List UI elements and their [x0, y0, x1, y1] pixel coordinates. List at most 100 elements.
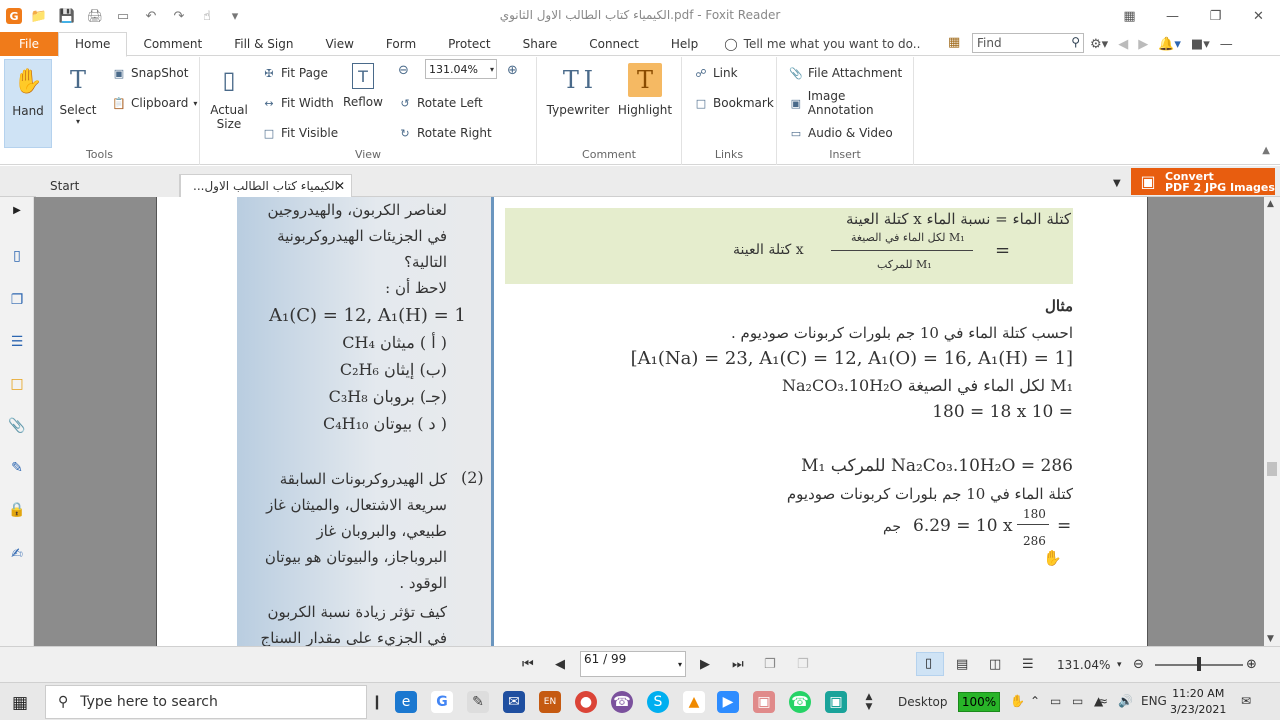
select-tool-button[interactable]: T Select ▾	[56, 59, 100, 126]
tab-file[interactable]: File	[0, 31, 58, 56]
status-zoom-value[interactable]: 131.04%	[1057, 658, 1110, 672]
status-zoom-dropdown-icon[interactable]: ▾	[1117, 660, 1122, 670]
chrome-icon[interactable]: ●	[575, 691, 597, 713]
vertical-scrollbar[interactable]: ▲ ▼	[1264, 197, 1280, 646]
link-button[interactable]: ☍ Link	[694, 63, 737, 83]
screen-tool-icon[interactable]: ▣	[825, 691, 847, 713]
continuous-facing-icon[interactable]: ☰	[1022, 657, 1034, 672]
touch-icon[interactable]: ✋	[1010, 694, 1025, 708]
notepad-icon[interactable]: ✎	[467, 691, 489, 713]
zoom-in-icon[interactable]: ⊕	[507, 63, 518, 78]
close-tab-icon[interactable]: ✕	[335, 179, 345, 193]
tab-list-dropdown-icon[interactable]: ▼	[1113, 178, 1121, 189]
whatsapp-icon[interactable]: ☎	[789, 691, 811, 713]
status-zoom-out-icon[interactable]: ⊖	[1133, 657, 1144, 672]
next-view-icon[interactable]: ❐	[797, 657, 809, 672]
signature-panel-icon[interactable]: ✎	[8, 459, 26, 477]
fit-page-button[interactable]: ✠ Fit Page	[262, 63, 328, 83]
minimize-button[interactable]: —	[1151, 0, 1194, 32]
undo-icon[interactable]: ↶	[140, 5, 162, 27]
meeting-icon[interactable]: ▭	[1050, 694, 1061, 708]
tab-protect[interactable]: Protect	[432, 32, 506, 56]
wifi-icon[interactable]: ≈	[1098, 694, 1108, 708]
page-number-field[interactable]: 61 / 99 ▾	[580, 651, 686, 677]
search-icon[interactable]: ⚲	[1071, 35, 1080, 49]
continuous-view-icon[interactable]: ▤	[956, 657, 968, 672]
window-mode-icon[interactable]: ▭	[112, 5, 134, 27]
zoom-out-icon[interactable]: ⊖	[398, 63, 409, 78]
tab-comment[interactable]: Comment	[127, 32, 218, 56]
google-icon[interactable]: G	[431, 691, 453, 713]
status-zoom-in-icon[interactable]: ⊕	[1246, 657, 1257, 672]
prev-result-icon[interactable]: ◀	[1118, 37, 1128, 52]
audio-video-button[interactable]: ▭ Audio & Video	[789, 123, 893, 143]
gear-icon[interactable]: ⚙▾	[1090, 37, 1108, 52]
zoom-app-icon[interactable]: ▶	[717, 691, 739, 713]
skype-icon[interactable]: S	[647, 691, 669, 713]
layers-icon[interactable]: ☰	[8, 333, 26, 351]
customize-toolbar-icon[interactable]: ▾	[224, 5, 246, 27]
convert-pdf-jpg-button[interactable]: ▣ Convert PDF 2 JPG Images	[1131, 168, 1275, 195]
tab-help[interactable]: Help	[655, 32, 714, 56]
windows-start-icon[interactable]: ▦	[12, 693, 28, 713]
tab-form[interactable]: Form	[370, 32, 432, 56]
bookmark-panel-icon[interactable]: ▯	[8, 247, 26, 265]
hand-tool-button[interactable]: ✋ Hand	[4, 59, 52, 148]
mail-icon[interactable]: ✉	[503, 691, 525, 713]
single-page-view-button[interactable]: ▯	[916, 652, 944, 676]
clipboard-dropdown-icon[interactable]: ▾	[193, 99, 197, 108]
show-hidden-icons[interactable]: ⌃	[1030, 694, 1040, 708]
expand-panel-icon[interactable]: ▶	[8, 201, 26, 219]
language-tool-icon[interactable]: EN	[539, 691, 561, 713]
tell-me-search[interactable]: ◯ Tell me what you want to do..	[724, 37, 920, 51]
typewriter-button[interactable]: T I Typewriter	[547, 59, 610, 117]
page-dropdown-icon[interactable]: ▾	[678, 660, 682, 669]
taskbar-search-input[interactable]: ⚲ Type here to search	[45, 685, 367, 719]
pdf-page[interactable]: لعناصر الكربون، والهيدروجين في الجزيئات …	[156, 197, 1148, 646]
reflow-button[interactable]: T Reflow	[343, 59, 383, 109]
rotate-right-button[interactable]: ↻ Rotate Right	[398, 123, 491, 143]
file-attachment-button[interactable]: 📎 File Attachment	[789, 63, 902, 83]
rotate-left-button[interactable]: ↺ Rotate Left	[398, 93, 482, 113]
select-dropdown-icon[interactable]: ▾	[76, 117, 80, 126]
scroll-down-icon[interactable]: ▼	[1267, 634, 1274, 644]
actual-size-button[interactable]: ▯ Actual Size	[210, 59, 248, 131]
print-icon[interactable]: 🖨	[84, 5, 106, 27]
vlc-icon[interactable]: ▲	[683, 691, 705, 713]
desktop-toolbar-label[interactable]: Desktop	[898, 695, 948, 709]
snapshot-button[interactable]: ▣ SnapShot	[112, 63, 189, 83]
image-annotation-button[interactable]: ▣ Image Annotation	[789, 89, 913, 117]
next-page-icon[interactable]: ▶	[700, 657, 710, 672]
notifications-icon[interactable]: ✉	[1241, 694, 1251, 708]
zoom-dropdown-icon[interactable]: ▾	[490, 65, 494, 74]
previous-view-icon[interactable]: ❐	[764, 657, 776, 672]
find-input[interactable]: Find ⚲	[972, 33, 1084, 53]
page-thumbnails-icon[interactable]: ❐	[8, 291, 26, 309]
attachments-panel-icon[interactable]: 📎	[8, 417, 26, 435]
tab-share[interactable]: Share	[507, 32, 574, 56]
scrollbar-thumb[interactable]	[1267, 462, 1277, 476]
bookmark-button[interactable]: □ Bookmark	[694, 93, 774, 113]
viber-icon[interactable]: ☎	[611, 691, 633, 713]
find-options-icon[interactable]: ▦	[948, 35, 960, 50]
foxit-logo-icon[interactable]: G	[6, 8, 22, 24]
restore-button[interactable]: ❐	[1194, 0, 1237, 32]
foxit-taskbar-icon[interactable]: ▣	[753, 691, 775, 713]
tab-start[interactable]: Start	[36, 174, 180, 197]
battery-icon[interactable]: ▭	[1072, 694, 1083, 708]
scroll-up-icon[interactable]: ▲	[1267, 199, 1274, 209]
tab-home[interactable]: Home	[58, 31, 128, 57]
clipboard-button[interactable]: 📋 Clipboard ▾	[112, 93, 197, 113]
prev-page-icon[interactable]: ◀	[555, 657, 565, 672]
zoom-combo[interactable]: 131.04% ▾	[425, 59, 497, 79]
document-viewport[interactable]: لعناصر الكربون، والهيدروجين في الجزيئات …	[34, 197, 1264, 646]
security-lock-icon[interactable]: 🔒	[8, 501, 26, 519]
open-folder-icon[interactable]: 📁	[28, 5, 50, 27]
facing-view-icon[interactable]: ◫	[989, 657, 1001, 672]
user-icon[interactable]: ■▾	[1191, 37, 1210, 52]
redo-icon[interactable]: ↷	[168, 5, 190, 27]
collapse-ribbon-icon[interactable]: ▲	[1262, 145, 1270, 156]
zoom-slider-handle[interactable]	[1197, 657, 1201, 671]
task-view-icon[interactable]: ❙	[366, 691, 388, 713]
fit-visible-button[interactable]: □ Fit Visible	[262, 123, 338, 143]
